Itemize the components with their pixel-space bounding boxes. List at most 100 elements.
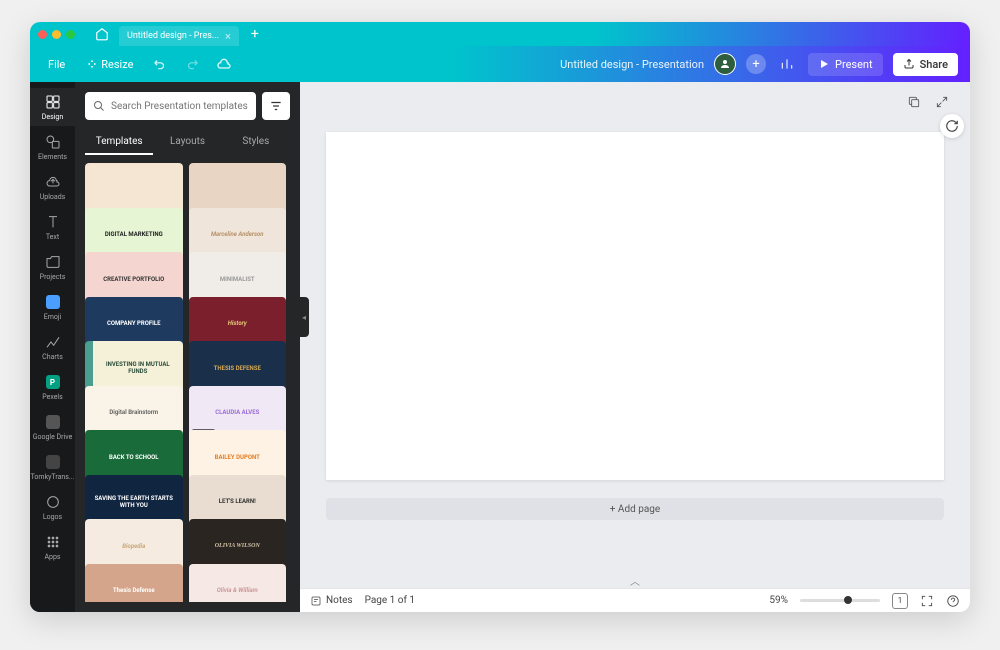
expand-page-button[interactable] (932, 92, 952, 112)
emoji-icon (44, 293, 62, 311)
pages-tray-toggle[interactable]: ︿ (630, 573, 640, 588)
file-menu[interactable]: File (42, 54, 71, 75)
search-field[interactable] (85, 92, 256, 120)
panel-collapse-handle[interactable]: ◂ (299, 297, 309, 337)
rail-design[interactable]: Design (30, 88, 75, 126)
apps-icon (44, 533, 62, 551)
rail-pexels[interactable]: P Pexels (30, 368, 75, 406)
panel-tabs: Templates Layouts Styles (85, 130, 290, 155)
slide[interactable] (326, 132, 944, 480)
undo-button[interactable] (149, 53, 171, 75)
template-title: BAILEY DUPONT (215, 454, 260, 461)
ai-assist-button[interactable] (940, 114, 964, 138)
template-title: CREATIVE PORTFOLIO (103, 276, 164, 283)
footer-bar: Notes Page 1 of 1 59% 1 (300, 588, 970, 612)
document-tab[interactable]: Untitled design - Pres... × (119, 26, 239, 46)
template-title: INVESTING IN MUTUAL FUNDS (97, 361, 179, 375)
logos-icon (44, 493, 62, 511)
canvas-area: + Add page ︿ Notes Page 1 of 1 59% 1 (300, 82, 970, 612)
template-title: Olivia & William (217, 587, 258, 594)
template-title: Thesis Defense (113, 587, 155, 594)
template-thumbnail[interactable]: Thesis Defense (85, 564, 183, 603)
new-tab-button[interactable]: + (245, 24, 265, 44)
user-avatar[interactable] (714, 53, 736, 75)
gdrive-icon (44, 413, 62, 431)
design-icon (44, 93, 62, 111)
template-title: Digital Brainstorm (109, 409, 158, 416)
resize-button[interactable]: Resize (81, 54, 139, 75)
templates-grid[interactable]: DIGITAL MARKETING Marceline Anderson CREAT… (85, 163, 290, 602)
close-tab-button[interactable]: × (225, 30, 231, 43)
rail-elements[interactable]: Elements (30, 128, 75, 166)
zoom-level[interactable]: 59% (769, 595, 788, 606)
canvas-viewport[interactable]: + Add page (300, 82, 970, 588)
elements-icon (44, 133, 62, 151)
analytics-button[interactable] (776, 53, 798, 75)
minimize-window-button[interactable] (52, 30, 61, 39)
notes-icon (310, 595, 322, 607)
present-button[interactable]: Present (808, 53, 883, 76)
pexels-icon: P (44, 373, 62, 391)
template-title: DIGITAL MARKETING (105, 231, 163, 238)
template-title: History (228, 320, 247, 327)
filter-button[interactable] (262, 92, 290, 120)
template-title: Marceline Anderson (211, 231, 264, 238)
cloud-sync-icon[interactable] (213, 53, 235, 75)
page-indicator: Page 1 of 1 (365, 595, 415, 606)
close-window-button[interactable] (38, 30, 47, 39)
sidebar-rail: Design Elements Uploads Text Projects Em… (30, 82, 75, 612)
redo-button[interactable] (181, 53, 203, 75)
duplicate-page-button[interactable] (904, 92, 924, 112)
window-controls (38, 30, 75, 39)
tab-layouts[interactable]: Layouts (153, 130, 221, 155)
window-tabbar: Untitled design - Pres... × + (30, 22, 970, 46)
document-title[interactable]: Untitled design - Presentation (560, 58, 704, 71)
template-title: THESIS DEFENSE (214, 365, 261, 372)
template-title: COMPANY PROFILE (107, 320, 161, 327)
add-page-button[interactable]: + Add page (326, 498, 944, 520)
rail-tomky[interactable]: TomkyTrans... (30, 448, 75, 486)
template-title: Biopedia (122, 543, 145, 550)
fullscreen-button[interactable] (920, 594, 934, 608)
template-thumbnail[interactable]: Olivia & William (189, 564, 287, 603)
template-title: BACK TO SCHOOL (109, 454, 159, 461)
zoom-thumb[interactable] (844, 596, 852, 604)
rail-uploads[interactable]: Uploads (30, 168, 75, 206)
tab-styles[interactable]: Styles (222, 130, 290, 155)
rail-projects[interactable]: Projects (30, 248, 75, 286)
add-collaborator-button[interactable]: + (746, 54, 766, 74)
canvas-tools (904, 92, 952, 112)
search-input[interactable] (111, 101, 248, 112)
main-toolbar: File Resize Untitled design - Presentati… (30, 46, 970, 82)
uploads-icon (44, 173, 62, 191)
rail-emoji[interactable]: Emoji (30, 288, 75, 326)
tomky-icon (44, 453, 62, 471)
filter-icon (269, 99, 283, 113)
rail-logos[interactable]: Logos (30, 488, 75, 526)
app-window: Untitled design - Pres... × + File Resiz… (30, 22, 970, 612)
rail-apps[interactable]: Apps (30, 528, 75, 566)
side-panel: Templates Layouts Styles DIGITAL MARKETI… (75, 82, 300, 612)
zoom-slider[interactable] (800, 599, 880, 602)
template-title: LET'S LEARN! (219, 498, 256, 505)
rail-text[interactable]: Text (30, 208, 75, 246)
rail-charts[interactable]: Charts (30, 328, 75, 366)
text-icon (44, 213, 62, 231)
tab-templates[interactable]: Templates (85, 130, 153, 155)
template-title: MINIMALIST (220, 276, 255, 283)
notes-button[interactable]: Notes (310, 595, 353, 607)
pages-count-button[interactable]: 1 (892, 593, 908, 609)
tab-title: Untitled design - Pres... (127, 31, 219, 41)
help-button[interactable] (946, 594, 960, 608)
charts-icon (44, 333, 62, 351)
rail-gdrive[interactable]: Google Drive (30, 408, 75, 446)
share-button[interactable]: Share (893, 53, 958, 76)
home-button[interactable] (91, 23, 113, 45)
template-title: SAVING THE EARTH STARTS WITH YOU (89, 495, 179, 509)
projects-icon (44, 253, 62, 271)
maximize-window-button[interactable] (66, 30, 75, 39)
template-title: CLAUDIA ALVES (215, 409, 259, 416)
refresh-icon (945, 119, 959, 133)
app-body: Design Elements Uploads Text Projects Em… (30, 82, 970, 612)
search-icon (93, 100, 105, 112)
